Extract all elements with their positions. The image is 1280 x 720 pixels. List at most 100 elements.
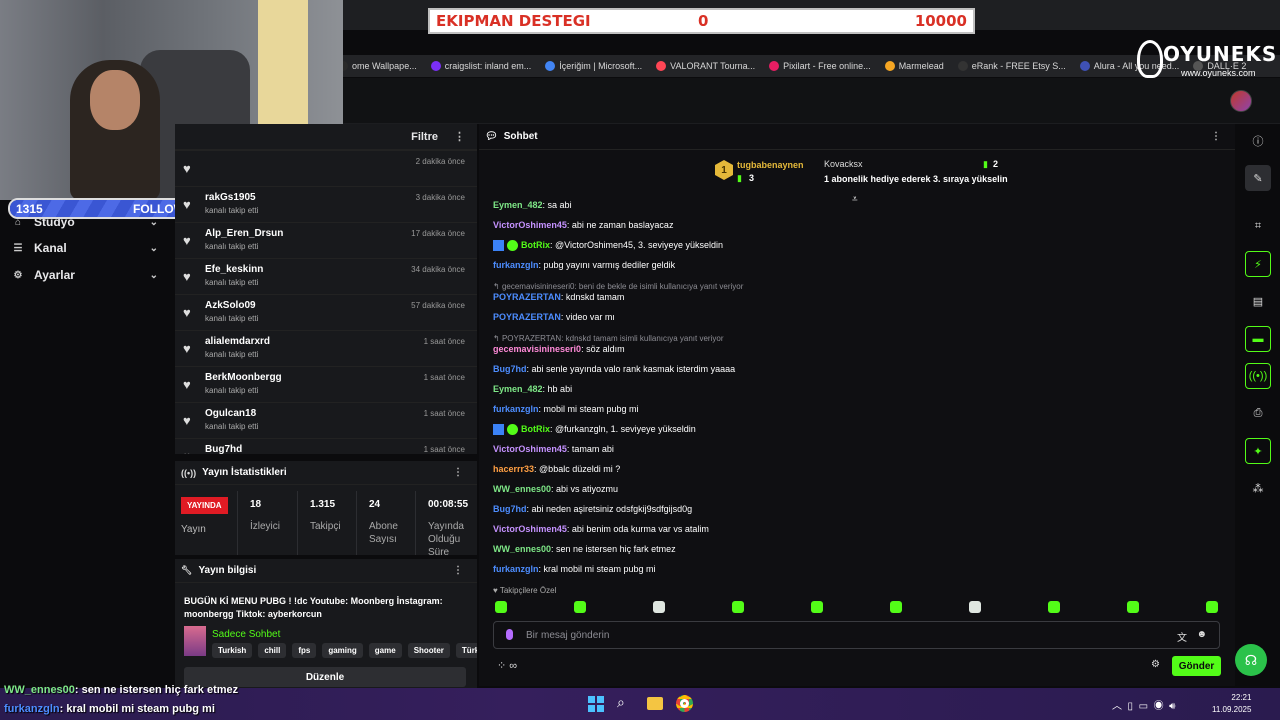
broadcast-icon[interactable]: ((•)): [1245, 363, 1271, 389]
system-tray[interactable]: ︿ ▯ ▭ ◉ 🔊︎: [1112, 697, 1175, 712]
chat-username[interactable]: Bug7hd: [493, 504, 527, 514]
nav-item-channel[interactable]: ☰ Kanal ⌄: [12, 238, 162, 258]
chat-username[interactable]: furkanzgln: [493, 564, 539, 574]
user-avatar[interactable]: [1230, 90, 1252, 112]
apps-icon[interactable]: ⁂: [1245, 475, 1271, 501]
feed-username[interactable]: BerkMoonbergg: [205, 372, 282, 383]
chat-username[interactable]: BotRix: [521, 424, 550, 434]
tag[interactable]: Shooter: [407, 643, 450, 658]
chat-username[interactable]: POYRAZERTAN: [493, 312, 561, 322]
pencil-icon[interactable]: ✎: [1245, 165, 1271, 191]
emoji-icon[interactable]: ☻: [1196, 629, 1207, 640]
more-icon[interactable]: ⋮: [1211, 131, 1221, 142]
chevron-down-icon[interactable]: ⌄: [150, 243, 158, 254]
chat-username[interactable]: gecemavisinineseri0: [493, 344, 581, 354]
emote-icon[interactable]: [1206, 601, 1218, 613]
chat-username[interactable]: VictorOshimen45: [493, 220, 567, 230]
feed-row[interactable]: ♥ Efe_keskinn kanalı takip etti 34 dakika ö…: [175, 258, 477, 292]
chat-input[interactable]: [526, 626, 1126, 644]
gear-icon[interactable]: ⚙: [1151, 659, 1160, 670]
chat-username[interactable]: VictorOshimen45: [493, 524, 567, 534]
emote-icon[interactable]: [653, 601, 665, 613]
feed-row[interactable]: ♥ Bug7hd 1 saat önce: [175, 438, 477, 454]
search-icon[interactable]: ⌕: [617, 694, 625, 711]
chat-username[interactable]: VictorOshimen45: [493, 444, 567, 454]
recent-gifter-name[interactable]: Kovacksx: [824, 159, 863, 169]
feed-row[interactable]: ♥ AzkSolo09 kanalı takip etti 57 dakika önc…: [175, 294, 477, 328]
chat-username[interactable]: furkanzgln: [493, 260, 539, 270]
emote-icon[interactable]: [574, 601, 586, 613]
emote-icon[interactable]: [969, 601, 981, 613]
chat-username[interactable]: Bug7hd: [493, 364, 527, 374]
feed-row[interactable]: ♥ alialemdarxrd kanalı takip etti 1 saat ön…: [175, 330, 477, 364]
folder-icon[interactable]: [647, 697, 663, 710]
bookmark[interactable]: İçeriğim | Microsoft...: [545, 61, 642, 71]
chat-username[interactable]: POYRAZERTAN: [493, 292, 561, 302]
more-icon[interactable]: ⋮: [454, 130, 465, 143]
nav-item-gear[interactable]: ⚙ Ayarlar ⌄: [12, 265, 162, 285]
chat-username[interactable]: hacerrr33: [493, 464, 534, 474]
tag[interactable]: fps: [292, 643, 317, 658]
feed-row[interactable]: ♥ BerkMoonbergg kanalı takip etti 1 saat ön…: [175, 366, 477, 400]
feed-username[interactable]: rakGs1905: [205, 192, 256, 203]
chat-bubble-icon[interactable]: ▬: [1245, 326, 1271, 352]
clock[interactable]: 22:21 11.09.2025: [1212, 692, 1251, 716]
emote-icon[interactable]: [890, 601, 902, 613]
capture-icon[interactable]: ⌗: [1245, 213, 1271, 239]
filter-button[interactable]: Filtre: [411, 131, 438, 143]
feed-row[interactable]: ♥ rakGs1905 kanalı takip etti 3 dakika önce: [175, 186, 477, 220]
tag[interactable]: Türk: [455, 643, 477, 658]
mic-icon[interactable]: [506, 629, 513, 640]
printer-icon[interactable]: ⎙: [1245, 400, 1271, 426]
windows-start-icon[interactable]: [588, 696, 604, 712]
tag[interactable]: chill: [258, 643, 287, 658]
chat-input-box[interactable]: 文 ☻: [493, 621, 1220, 649]
chevron-down-icon[interactable]: ⌄: [150, 270, 158, 281]
top-gifter-name[interactable]: tugbabenaynen: [737, 160, 804, 170]
tag[interactable]: gaming: [322, 643, 363, 658]
reply-context[interactable]: ↰ POYRAZERTAN: kdnskd tamam isimli kulla…: [493, 334, 723, 343]
tag[interactable]: game: [368, 643, 402, 658]
chat-username[interactable]: WW_ennes00: [493, 484, 551, 494]
notes-icon[interactable]: ▤: [1245, 288, 1271, 314]
send-button[interactable]: Gönder: [1172, 656, 1221, 676]
chat-username[interactable]: Eymen_482: [493, 200, 543, 210]
feed-row[interactable]: ♥ Alp_Eren_Drsun kanalı takip etti 17 dakik…: [175, 222, 477, 256]
feed-username[interactable]: AzkSolo09: [205, 300, 256, 311]
feed-row[interactable]: ♥ 2 dakika önce: [175, 150, 477, 184]
support-icon[interactable]: ☊: [1235, 644, 1267, 676]
infinity-icon[interactable]: ∞: [509, 660, 517, 672]
bookmark[interactable]: eRank - FREE Etsy S...: [957, 61, 1066, 71]
chat-username[interactable]: Eymen_482: [493, 384, 543, 394]
feed-username[interactable]: Bug7hd: [205, 444, 242, 454]
more-icon[interactable]: ⋮: [453, 467, 463, 478]
feed-username[interactable]: alialemdarxrd: [205, 336, 270, 347]
wrench-icon[interactable]: ✦: [1245, 438, 1271, 464]
more-icon[interactable]: ⋮: [453, 565, 463, 576]
emote-icon[interactable]: [1127, 601, 1139, 613]
emote-icon[interactable]: [732, 601, 744, 613]
bolt-icon[interactable]: ⚡︎: [1245, 251, 1271, 277]
emote-icon[interactable]: [1048, 601, 1060, 613]
reply-context[interactable]: ↰ gecemavisinineseri0: beni de bekle de …: [493, 282, 743, 291]
emote-icon[interactable]: [811, 601, 823, 613]
chat-username[interactable]: furkanzgln: [493, 404, 539, 414]
feed-username[interactable]: Ogulcan18: [205, 408, 256, 419]
bookmark[interactable]: craigslist: inland em...: [430, 61, 531, 71]
bookmark[interactable]: Marmelead: [884, 61, 944, 71]
bookmark[interactable]: VALORANT Tourna...: [656, 61, 755, 71]
emote-icon[interactable]: [495, 601, 507, 613]
chat-username[interactable]: WW_ennes00: [493, 544, 551, 554]
tag[interactable]: Turkish: [212, 643, 253, 658]
bookmark[interactable]: ome Wallpape...: [338, 61, 417, 71]
chat-tools[interactable]: ⁘ ∞: [497, 659, 517, 672]
chrome-icon[interactable]: [676, 695, 693, 712]
feed-username[interactable]: Efe_keskinn: [205, 264, 263, 275]
chat-username[interactable]: BotRix: [521, 240, 550, 250]
bookmark[interactable]: Pixilart - Free online...: [769, 61, 871, 71]
info-icon[interactable]: ⓘ: [1245, 128, 1271, 154]
expand-icon[interactable]: ⩡: [852, 194, 858, 205]
category-label[interactable]: Sadece Sohbet: [212, 629, 280, 640]
translate-icon[interactable]: 文: [1177, 629, 1187, 644]
feed-row[interactable]: ♥ Ogulcan18 kanalı takip etti 1 saat önce: [175, 402, 477, 436]
